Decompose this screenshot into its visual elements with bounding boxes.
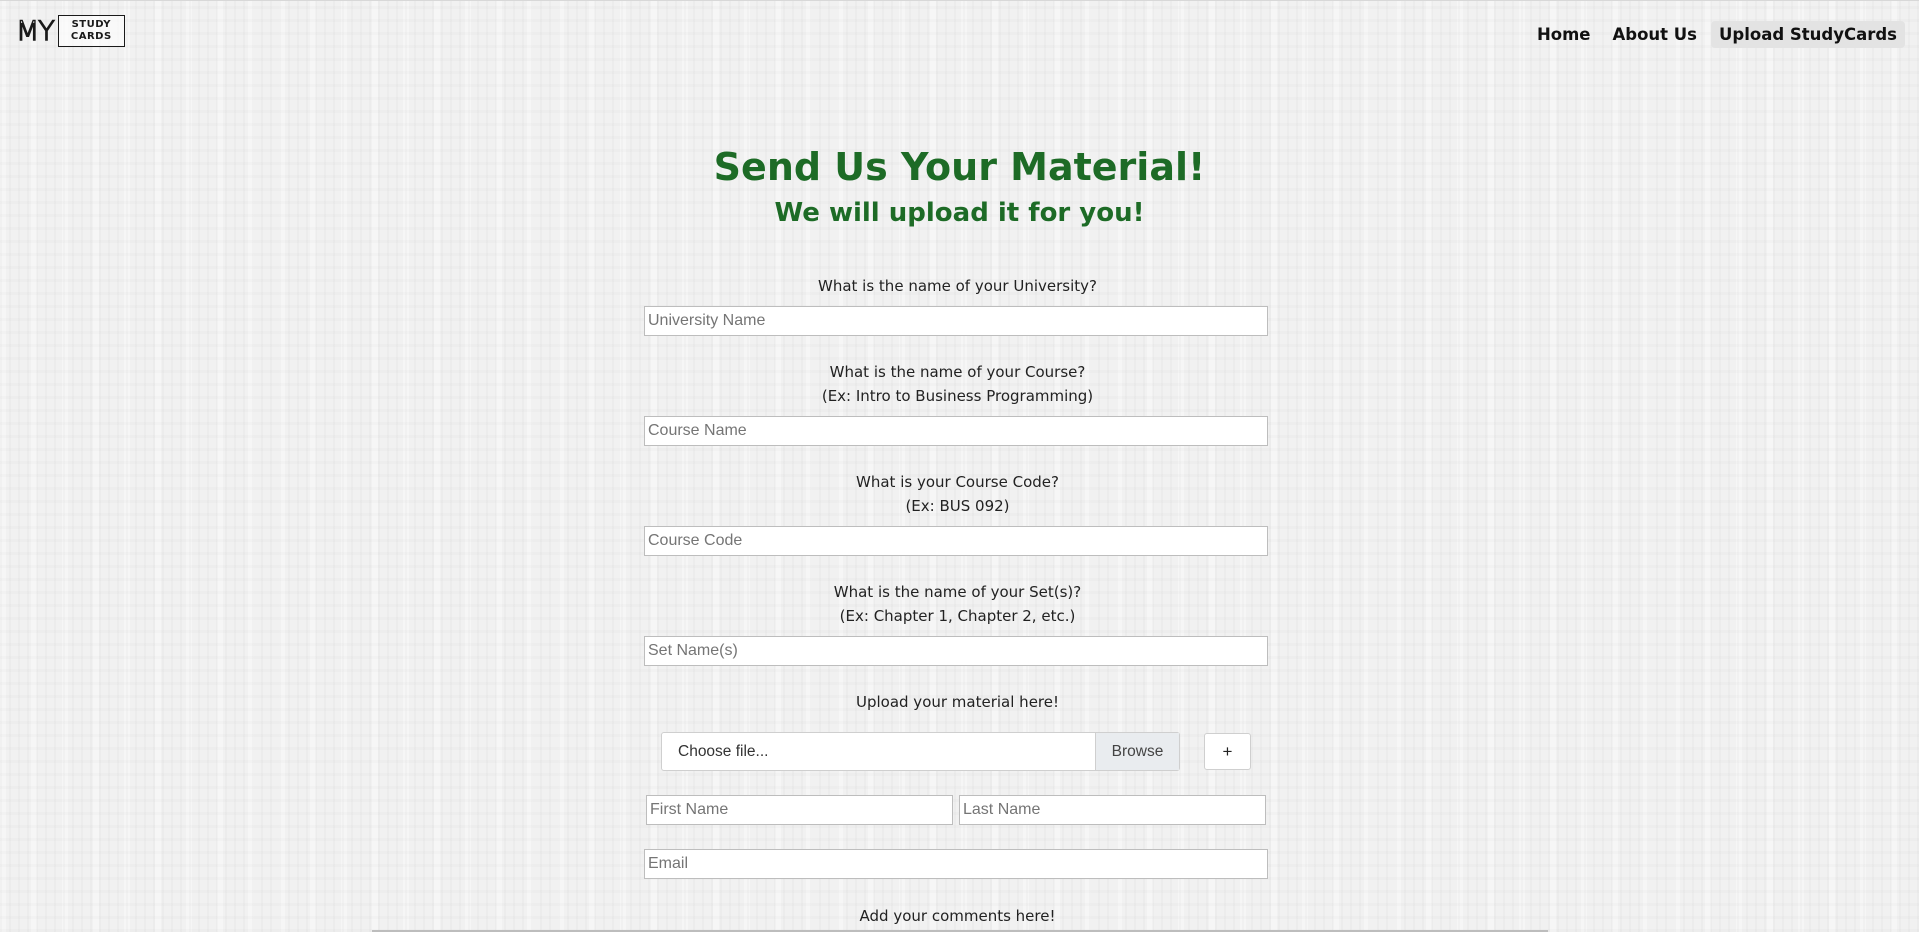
- course-question: What is the name of your Course?: [829, 363, 1086, 381]
- university-question: What is the name of your University?: [818, 277, 1097, 295]
- sets-example: (Ex: Chapter 1, Chapter 2, etc.): [839, 607, 1076, 625]
- logo-line-2: CARDS: [70, 31, 112, 42]
- nav-upload-studycards[interactable]: Upload StudyCards: [1711, 21, 1905, 48]
- page-title: Send Us Your Material!: [713, 145, 1206, 189]
- logo-box: STUDY CARDS: [57, 15, 125, 47]
- nav-home[interactable]: Home: [1529, 21, 1599, 48]
- course-code-input[interactable]: [644, 526, 1268, 556]
- set-names-input[interactable]: [644, 636, 1268, 666]
- browse-button[interactable]: Browse: [1095, 733, 1179, 770]
- page-subtitle: We will upload it for you!: [774, 198, 1145, 228]
- course-name-input[interactable]: [644, 416, 1268, 446]
- course-code-question: What is your Course Code?: [856, 473, 1059, 491]
- email-input[interactable]: [644, 849, 1268, 879]
- main-nav: Home About Us Upload StudyCards: [1529, 21, 1905, 48]
- last-name-input[interactable]: [959, 795, 1266, 825]
- file-upload-field[interactable]: Choose file... Browse: [661, 732, 1180, 771]
- upload-label: Upload your material here!: [855, 693, 1059, 711]
- sets-question: What is the name of your Set(s)?: [833, 583, 1082, 601]
- comments-label: Add your comments here!: [859, 907, 1056, 925]
- file-upload-text: Choose file...: [678, 743, 769, 760]
- nav-about-us[interactable]: About Us: [1604, 21, 1705, 48]
- logo-my-text: MY: [15, 15, 55, 47]
- course-code-example: (Ex: BUS 092): [905, 497, 1010, 515]
- add-file-button[interactable]: +: [1204, 733, 1251, 770]
- first-name-input[interactable]: [646, 795, 953, 825]
- university-name-input[interactable]: [644, 306, 1268, 336]
- course-example: (Ex: Intro to Business Programming): [821, 387, 1094, 405]
- site-logo[interactable]: MY STUDY CARDS: [15, 15, 125, 47]
- logo-line-1: STUDY: [71, 19, 112, 30]
